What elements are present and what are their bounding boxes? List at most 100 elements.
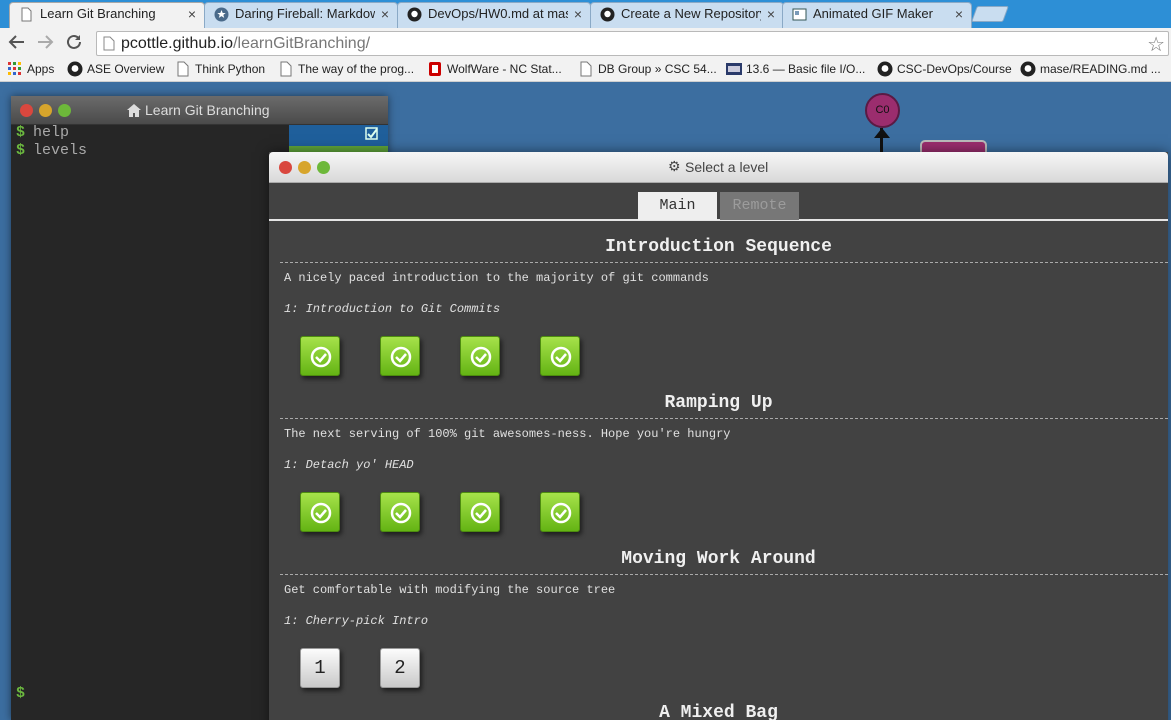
tab-learn-git-branching[interactable]: Learn Git Branching × bbox=[9, 2, 205, 28]
arrow-right-icon bbox=[38, 35, 54, 49]
sequence-description: A nicely paced introduction to the major… bbox=[284, 271, 709, 285]
tab-main[interactable]: Main bbox=[638, 192, 717, 220]
level-button-done[interactable] bbox=[540, 492, 580, 532]
url-path: /learnGitBranching/ bbox=[233, 35, 371, 52]
level-button-done[interactable] bbox=[380, 336, 420, 376]
back-button[interactable] bbox=[6, 33, 28, 55]
sequence-title: Ramping Up bbox=[664, 393, 773, 413]
terminal-command: levels bbox=[33, 142, 88, 159]
github-icon bbox=[67, 61, 83, 77]
minimize-dialog-button[interactable] bbox=[298, 161, 311, 174]
tab-close-icon[interactable]: × bbox=[767, 3, 775, 25]
star-icon bbox=[214, 7, 229, 22]
check-circle-icon bbox=[550, 346, 572, 368]
close-dialog-button[interactable] bbox=[279, 161, 292, 174]
browser-toolbar: pcottle.github.io/learnGitBranching/ ☆ bbox=[0, 28, 1171, 58]
sequence-divider bbox=[280, 418, 1168, 419]
level-button-done[interactable] bbox=[460, 492, 500, 532]
sequence-title: Introduction Sequence bbox=[605, 237, 832, 257]
level-button-1[interactable]: 1 bbox=[300, 648, 340, 688]
bookmark-basic-file-io[interactable]: 13.6 — Basic file I/O... bbox=[726, 62, 865, 76]
address-bar[interactable]: pcottle.github.io/learnGitBranching/ ☆ bbox=[96, 31, 1169, 56]
app-canvas: C0 Learn Git Branching $ help $ levels $ ⚙ bbox=[0, 83, 1171, 720]
url-text: pcottle.github.io/learnGitBranching/ bbox=[121, 35, 370, 53]
tab-label: DevOps/HW0.md at maste bbox=[428, 6, 568, 21]
check-circle-icon bbox=[550, 502, 572, 524]
bookmark-label: 13.6 — Basic file I/O... bbox=[746, 62, 866, 76]
check-circle-icon bbox=[390, 346, 412, 368]
bookmark-csc-devops-course[interactable]: CSC-DevOps/Course bbox=[877, 61, 1012, 77]
cpp-icon bbox=[726, 63, 742, 75]
bookmark-db-group[interactable]: DB Group » CSC 54... bbox=[578, 61, 717, 77]
tab-label: Animated GIF Maker bbox=[813, 6, 933, 21]
gif-maker-icon bbox=[792, 8, 807, 21]
bookmark-label: WolfWare - NC Stat... bbox=[447, 62, 562, 76]
dialog-titlebar: ⚙ Select a level bbox=[269, 152, 1168, 183]
checkbox-icon[interactable] bbox=[365, 127, 379, 141]
bookmark-label: Think Python bbox=[195, 62, 266, 76]
maximize-window-button[interactable] bbox=[58, 104, 71, 117]
bookmark-mase-reading[interactable]: mase/READING.md ... bbox=[1020, 61, 1161, 77]
tab-close-icon[interactable]: × bbox=[955, 3, 963, 25]
github-icon bbox=[600, 7, 615, 22]
bookmark-label: ASE Overview bbox=[87, 62, 165, 76]
reload-icon bbox=[67, 34, 81, 49]
bookmark-label: Apps bbox=[27, 62, 55, 76]
commit-edge bbox=[880, 128, 883, 153]
close-window-button[interactable] bbox=[20, 104, 33, 117]
sequence-title: Moving Work Around bbox=[621, 549, 816, 569]
maximize-dialog-button[interactable] bbox=[317, 161, 330, 174]
bookmark-way-of-the-program[interactable]: The way of the prog... bbox=[278, 61, 415, 77]
tab-daring-fireball[interactable]: Daring Fireball: Markdown × bbox=[204, 2, 398, 28]
check-circle-icon bbox=[470, 502, 492, 524]
level-button-done[interactable] bbox=[300, 336, 340, 376]
bookmark-label: DB Group » CSC 54... bbox=[598, 62, 717, 76]
level-button-done[interactable] bbox=[540, 336, 580, 376]
tab-close-icon[interactable]: × bbox=[188, 3, 196, 25]
tab-close-icon[interactable]: × bbox=[574, 3, 582, 25]
bookmark-star-icon[interactable]: ☆ bbox=[1147, 32, 1165, 57]
browser-tabstrip: Learn Git Branching × Daring Fireball: M… bbox=[0, 0, 1171, 28]
github-icon bbox=[1020, 61, 1036, 77]
check-circle-icon bbox=[470, 346, 492, 368]
terminal-prompt: $ bbox=[16, 142, 26, 159]
tab-close-icon[interactable]: × bbox=[381, 3, 389, 25]
sequence-description: The next serving of 100% git awesomes-ne… bbox=[284, 427, 731, 441]
terminal-title: Learn Git Branching bbox=[145, 102, 270, 118]
terminal-input-line[interactable]: $ bbox=[16, 685, 33, 702]
terminal-titlebar: Learn Git Branching bbox=[11, 96, 388, 125]
tab-devops-hw0[interactable]: DevOps/HW0.md at maste × bbox=[397, 2, 591, 28]
bookmark-label: The way of the prog... bbox=[298, 62, 415, 76]
terminal-prompt: $ bbox=[16, 124, 26, 141]
bookmark-ase-overview[interactable]: ASE Overview bbox=[67, 61, 165, 77]
page-icon bbox=[103, 36, 115, 51]
github-icon bbox=[877, 61, 893, 77]
bookmarks-bar: Apps ASE Overview Think Python The way o… bbox=[0, 58, 1171, 82]
tab-remote[interactable]: Remote bbox=[720, 192, 799, 220]
page-icon bbox=[177, 61, 189, 77]
level-button-2[interactable]: 2 bbox=[380, 648, 420, 688]
level-button-done[interactable] bbox=[300, 492, 340, 532]
tab-label: Learn Git Branching bbox=[40, 6, 156, 21]
sequence-level-name: 1: Introduction to Git Commits bbox=[284, 302, 501, 316]
check-circle-icon bbox=[390, 502, 412, 524]
github-icon bbox=[407, 7, 422, 22]
tab-animated-gif-maker[interactable]: Animated GIF Maker × bbox=[782, 2, 972, 28]
page-icon bbox=[280, 61, 292, 77]
bookmark-apps[interactable]: Apps bbox=[7, 62, 54, 76]
terminal-command: help bbox=[33, 124, 70, 141]
level-button-done[interactable] bbox=[460, 336, 500, 376]
tab-create-repository[interactable]: Create a New Repository × bbox=[590, 2, 784, 28]
terminal-line: $ levels bbox=[16, 142, 87, 159]
bookmark-think-python[interactable]: Think Python bbox=[175, 61, 266, 77]
level-button-done[interactable] bbox=[380, 492, 420, 532]
reload-button[interactable] bbox=[63, 33, 85, 55]
sequence-level-name: 1: Detach yo' HEAD bbox=[284, 458, 414, 472]
minimize-window-button[interactable] bbox=[39, 104, 52, 117]
sequence-title: A Mixed Bag bbox=[659, 703, 778, 720]
page-icon bbox=[21, 7, 32, 22]
forward-button[interactable] bbox=[34, 33, 56, 55]
bookmark-wolfware[interactable]: WolfWare - NC Stat... bbox=[427, 62, 562, 76]
new-tab-button[interactable] bbox=[971, 6, 1009, 22]
check-circle-icon bbox=[310, 346, 332, 368]
